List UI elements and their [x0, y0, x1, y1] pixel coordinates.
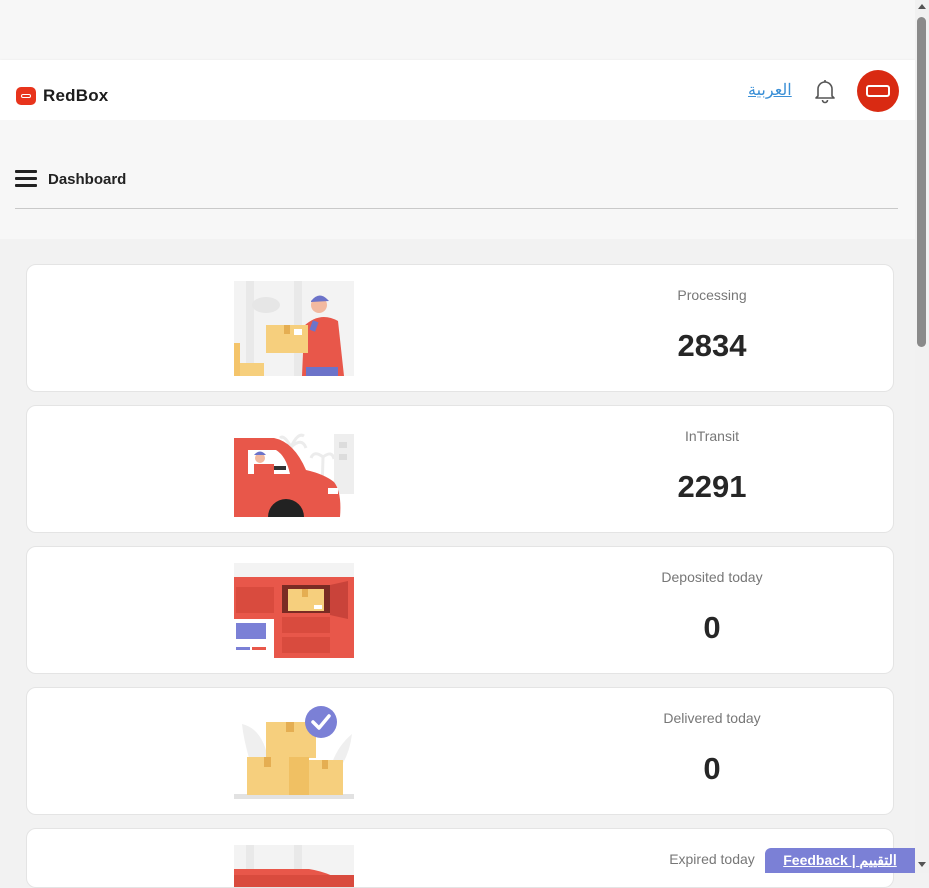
- stat-label: Processing: [677, 287, 747, 303]
- scroll-down-arrow-icon[interactable]: [918, 862, 926, 867]
- stat-value: 0: [703, 751, 721, 786]
- stat-value: 0: [703, 610, 721, 645]
- scrollbar-thumb[interactable]: [917, 17, 926, 347]
- stat-label: Delivered today: [663, 710, 761, 726]
- brand-logo[interactable]: RedBox: [16, 86, 108, 106]
- page-scrollbar[interactable]: [915, 0, 929, 873]
- language-switch-link[interactable]: العربية: [748, 80, 792, 100]
- parcel-in-locker-illustration: [234, 563, 354, 658]
- stat-card-deposited-today[interactable]: Deposited today 0: [26, 546, 894, 674]
- title-divider: [15, 208, 898, 209]
- stat-card-processing[interactable]: Processing 2834: [26, 264, 894, 392]
- stat-card-expired-today[interactable]: Expired today: [26, 828, 894, 888]
- stat-label: Deposited today: [661, 569, 763, 585]
- stat-card-delivered-today[interactable]: Delivered today 0: [26, 687, 894, 815]
- stat-value: 2291: [677, 469, 747, 504]
- scroll-up-arrow-icon[interactable]: [918, 4, 926, 9]
- browser-top-area: [0, 0, 915, 60]
- user-avatar[interactable]: [857, 70, 899, 112]
- boxes-with-checkmark-illustration: [234, 704, 354, 799]
- page-title: Dashboard: [48, 171, 127, 188]
- stat-value: 2834: [677, 328, 747, 363]
- courier-holding-package-illustration: [234, 281, 354, 376]
- top-header: RedBox العربية: [0, 60, 915, 120]
- page-subbar: Dashboard: [0, 120, 915, 239]
- bell-icon[interactable]: [813, 78, 837, 104]
- feedback-button[interactable]: Feedback | التقييم: [765, 848, 915, 873]
- redbox-logo-icon: [16, 87, 36, 105]
- courier-driving-van-illustration: [234, 422, 354, 532]
- expired-locker-illustration: [234, 845, 354, 887]
- brand-name: RedBox: [43, 86, 109, 105]
- stat-card-intransit[interactable]: InTransit 2291: [26, 405, 894, 533]
- hamburger-menu-icon[interactable]: [15, 170, 37, 187]
- stat-label: InTransit: [685, 428, 739, 444]
